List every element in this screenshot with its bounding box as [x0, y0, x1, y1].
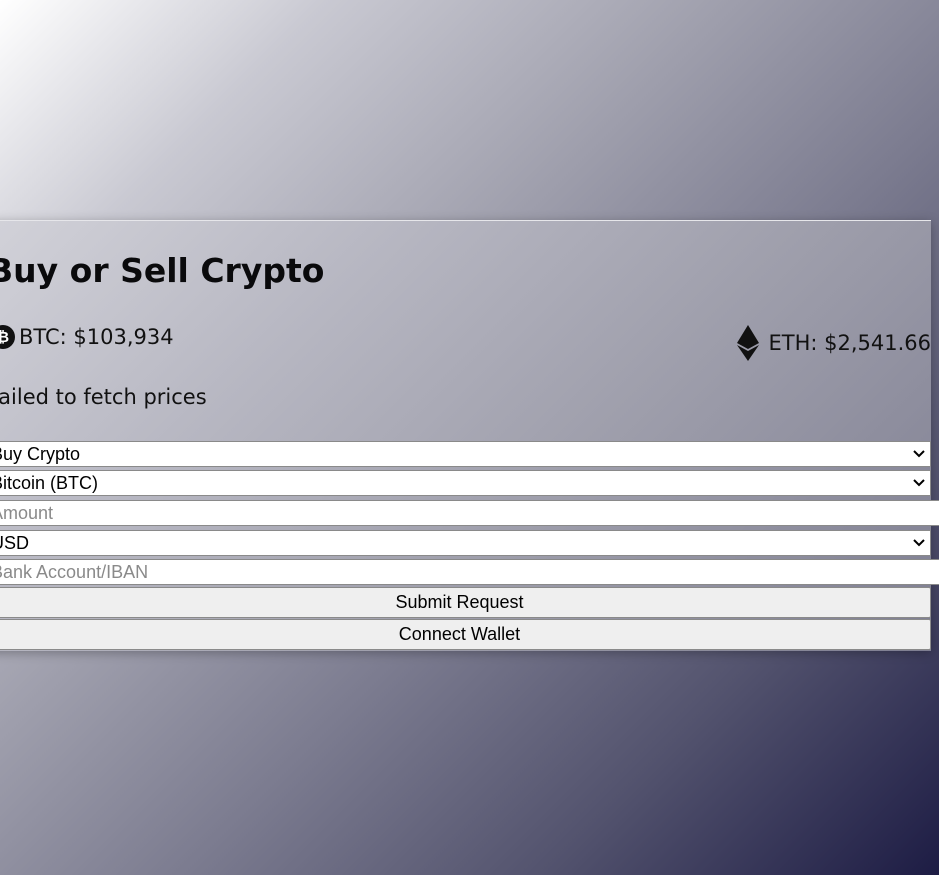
- currency-select[interactable]: USD: [0, 530, 931, 556]
- bank-account-input[interactable]: Bank Account/IBAN: [0, 559, 939, 585]
- eth-price: ETH: $2,541.66: [736, 325, 931, 361]
- action-select-value: Buy Crypto: [0, 444, 81, 464]
- btc-price-text: BTC: $103,934: [19, 325, 174, 349]
- chevron-down-icon: [913, 450, 925, 458]
- amount-input[interactable]: Amount: [0, 500, 939, 526]
- amount-placeholder: Amount: [0, 503, 54, 523]
- currency-select-value: USD: [0, 533, 30, 553]
- connect-wallet-button[interactable]: Connect Wallet: [0, 619, 931, 650]
- ethereum-icon: [737, 325, 760, 361]
- coin-select[interactable]: Bitcoin (BTC): [0, 470, 931, 496]
- eth-price-text: ETH: $2,541.66: [768, 331, 931, 355]
- submit-request-button[interactable]: Submit Request: [0, 587, 931, 618]
- error-message: Failed to fetch prices: [0, 385, 207, 409]
- svg-text:₿: ₿: [0, 328, 9, 346]
- chevron-down-icon: [913, 479, 925, 487]
- bank-account-placeholder: Bank Account/IBAN: [0, 562, 149, 582]
- coin-select-value: Bitcoin (BTC): [0, 473, 99, 493]
- crypto-form-card: Buy or Sell Crypto ₿ BTC: $103,934 ETH: …: [0, 220, 939, 651]
- chevron-down-icon: [913, 539, 925, 547]
- btc-price: ₿ BTC: $103,934: [0, 325, 174, 349]
- action-select[interactable]: Buy Crypto: [0, 441, 931, 467]
- page-title: Buy or Sell Crypto: [0, 251, 325, 290]
- bitcoin-icon: ₿: [0, 325, 15, 349]
